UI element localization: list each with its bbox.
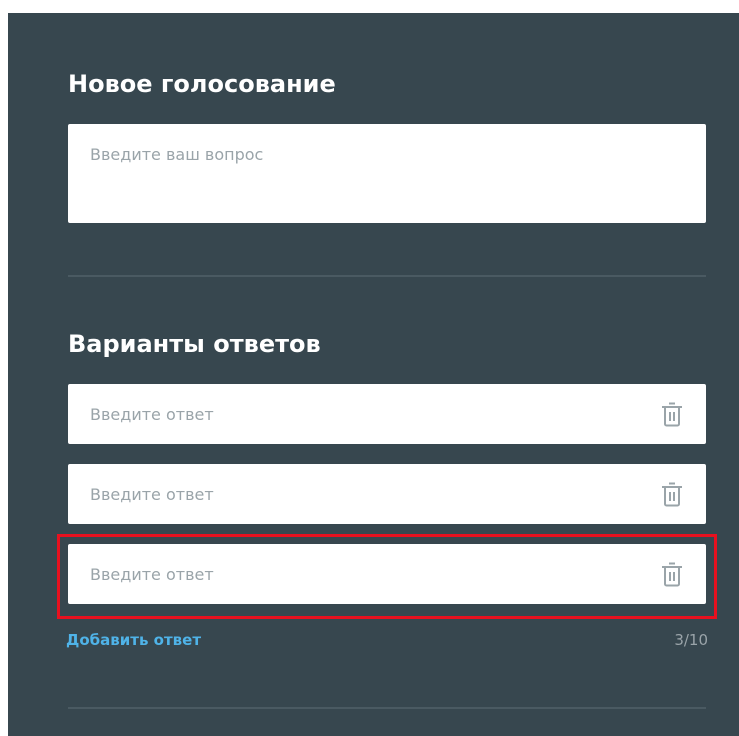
answer-row [68, 464, 706, 524]
answer-counter: 3/10 [674, 631, 708, 649]
answer-input-2[interactable] [68, 464, 628, 524]
trash-icon[interactable] [660, 560, 684, 588]
add-answer-link[interactable]: Добавить ответ [66, 629, 201, 651]
answers-title: Варианты ответов [68, 330, 321, 358]
trash-icon[interactable] [660, 480, 684, 508]
answer-row [68, 384, 706, 444]
section-divider [68, 275, 706, 277]
answer-row [68, 544, 706, 604]
poll-title: Новое голосование [68, 70, 336, 98]
section-divider [68, 707, 706, 709]
trash-icon[interactable] [660, 400, 684, 428]
answer-input-3[interactable] [68, 544, 628, 604]
question-input[interactable] [68, 124, 706, 223]
poll-panel: Новое голосование Варианты ответов [8, 13, 739, 736]
answer-input-1[interactable] [68, 384, 628, 444]
